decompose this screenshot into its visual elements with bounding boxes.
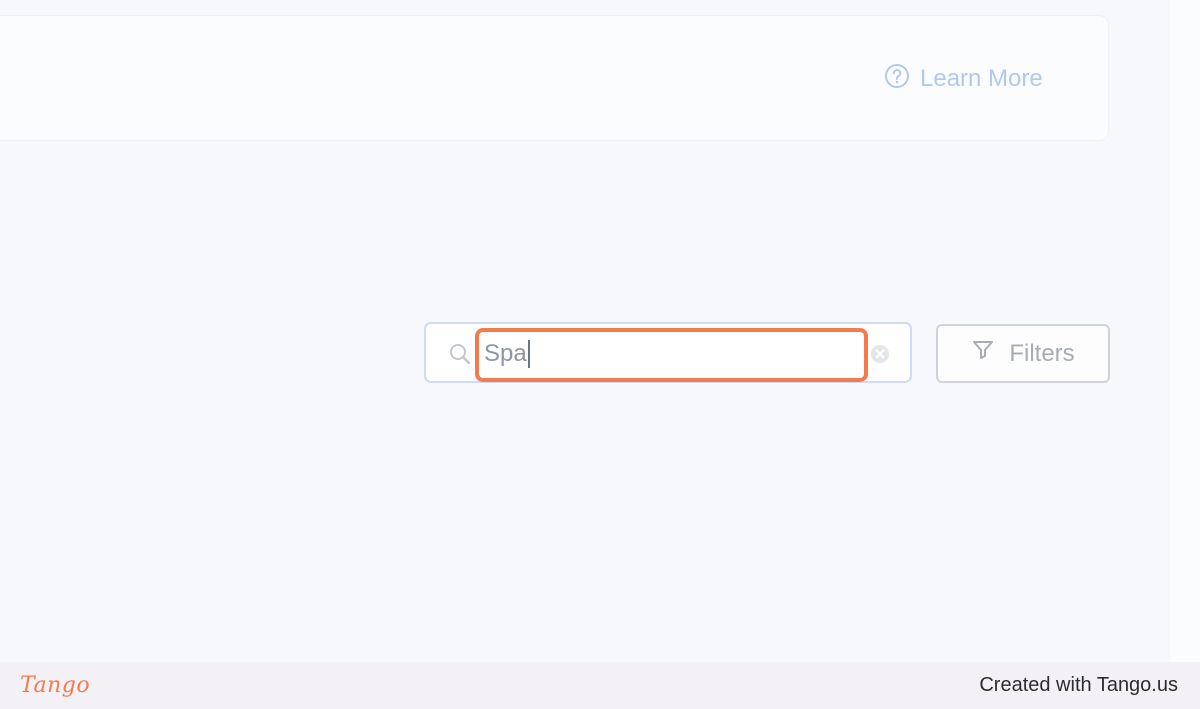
footer-bar: Tango Created with Tango.us (0, 662, 1200, 709)
learn-more-label: Learn More (920, 65, 1043, 92)
search-input-value: Spa (484, 340, 527, 367)
page-edge (1170, 0, 1200, 662)
search-field[interactable]: Spa (424, 322, 912, 383)
app-canvas: Learn More Spa Filters (0, 0, 1200, 662)
text-caret (527, 340, 530, 368)
filters-button[interactable]: Filters (936, 324, 1110, 383)
tango-logo[interactable]: Tango (20, 673, 90, 698)
learn-more-link[interactable]: Learn More (884, 63, 1043, 96)
funnel-icon (971, 338, 995, 369)
filters-label: Filters (1009, 339, 1075, 367)
credit-text: Created with Tango.us (979, 674, 1178, 696)
clear-icon[interactable] (870, 344, 890, 364)
question-circle-icon (884, 63, 910, 96)
search-icon (448, 342, 472, 366)
search-input[interactable]: Spa (484, 340, 530, 368)
